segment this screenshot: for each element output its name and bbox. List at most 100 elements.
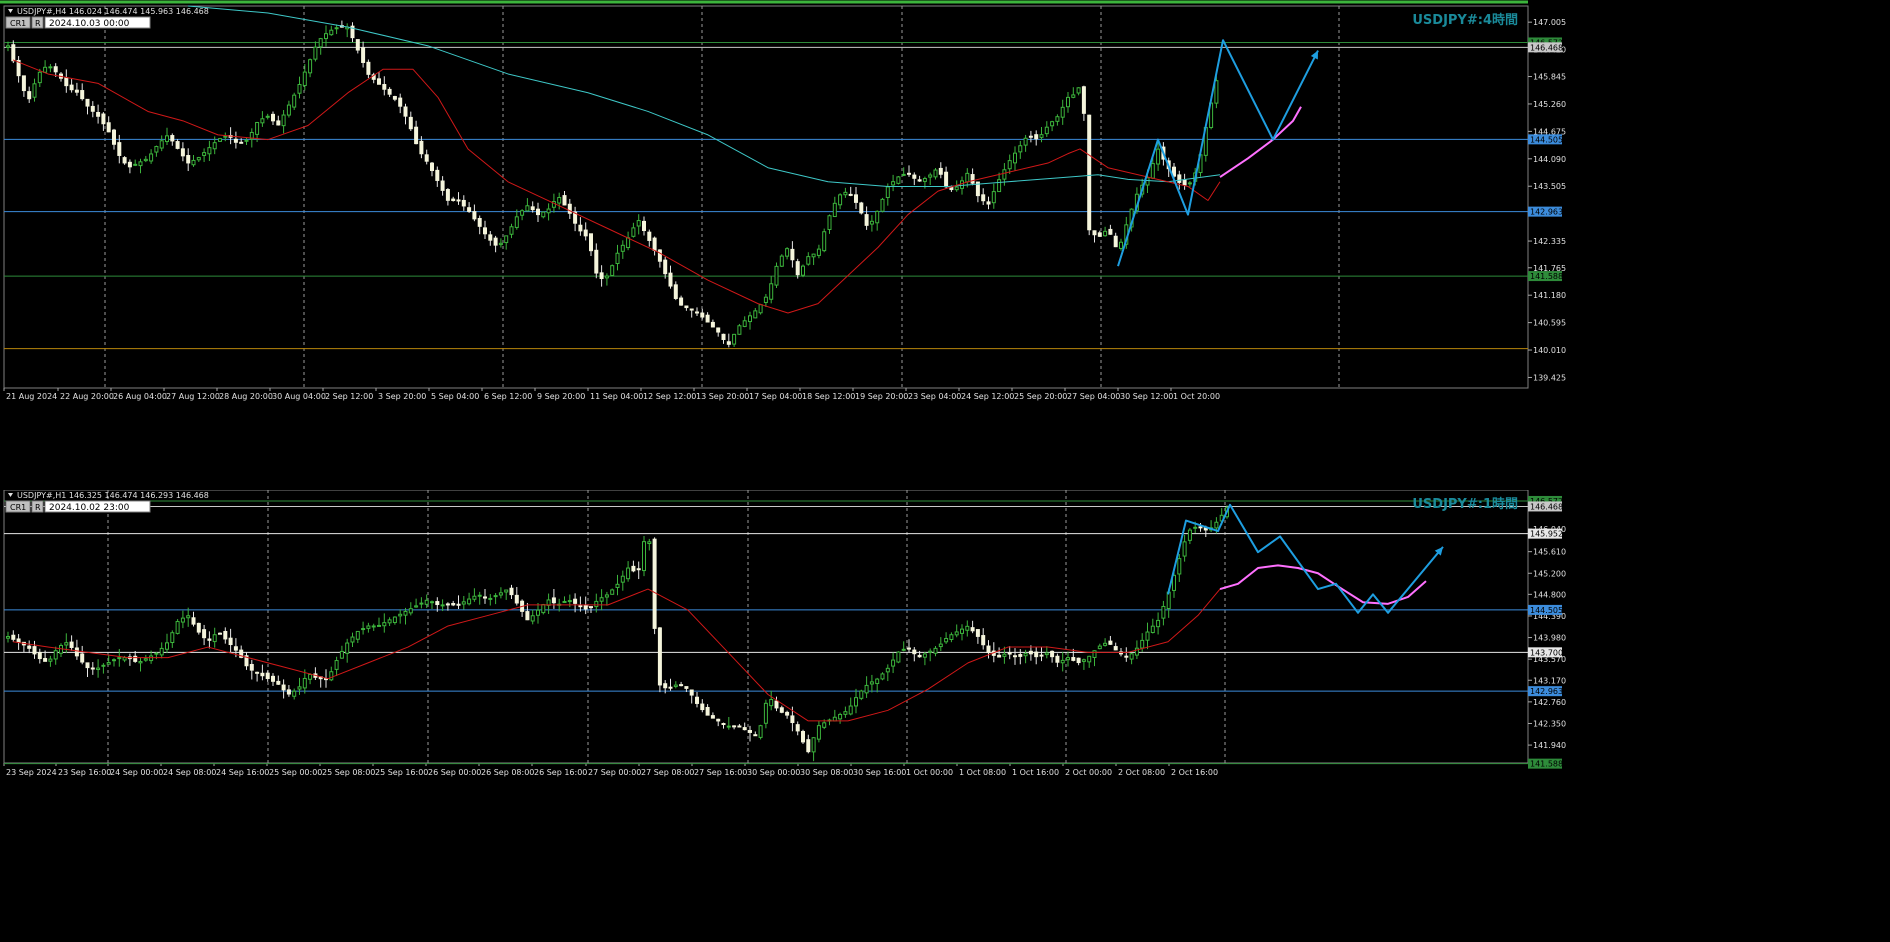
h4-chart-pane[interactable]: 147.005146.420145.845145.260144.675144.0… [0,0,1890,486]
cr1-button-label: CR1 [10,503,26,512]
candle-body [48,658,53,662]
candle-body [859,690,864,699]
candle-body [944,638,949,643]
candle-body [498,592,503,596]
candle-body [1092,230,1097,236]
candle-body [663,259,668,275]
x-tick-label: 25 Sep 08:00 [322,768,375,777]
candle-body [636,220,641,227]
candle-body [202,629,207,639]
candle-body [631,227,636,237]
candle-body [1002,169,1007,180]
x-tick-label: 30 Sep 12:00 [1120,392,1173,401]
candle-body [997,179,1002,193]
candle-body [1161,605,1166,619]
level-price-label: 144.505 [1530,606,1563,615]
candle-body [53,66,58,73]
x-tick-label: 23 Sep 16:00 [58,768,111,777]
candle-body [827,215,832,230]
x-tick-label: 11 Sep 04:00 [590,392,643,401]
x-tick-label: 27 Aug 12:00 [166,392,220,401]
candle-body [779,707,784,713]
header-collapse-icon[interactable] [8,9,13,13]
candle-body [928,174,933,178]
y-tick-label: 140.595 [1533,319,1566,328]
candle-body [801,731,805,743]
candle-body [843,711,848,715]
candle-body [1092,650,1097,658]
x-tick-label: 2 Oct 00:00 [1065,768,1112,777]
candle-body [435,601,440,606]
candle-body [578,224,583,232]
candle-body [790,248,795,261]
x-tick-label: 2 Oct 08:00 [1118,768,1165,777]
h1-chart[interactable]: 146.040145.610145.200144.800144.390143.9… [0,490,1890,942]
candle-body [509,587,514,596]
candle-body [541,604,546,614]
candle-body [1187,182,1192,185]
candle-body [424,154,429,162]
candle-body [896,651,901,663]
candle-body [260,672,265,677]
h4-chart[interactable]: 147.005146.420145.845145.260144.675144.0… [0,0,1890,486]
candle-body [498,242,503,246]
candle-body [96,112,101,117]
level-price-label: 146.468 [1530,502,1563,511]
candle-body [610,589,615,595]
candle-body [965,625,970,631]
candle-body [679,684,684,687]
candle-body [1156,619,1161,628]
candle-body [504,235,509,244]
candle-body [631,565,636,572]
candle-body [599,272,604,280]
candle-body [64,77,69,87]
candle-body [313,46,318,60]
candle-body [249,664,254,671]
candle-body [795,261,800,276]
candle-body [143,658,148,661]
x-tick-label: 1 Oct 00:00 [906,768,953,777]
candle-body [196,622,201,633]
candle-body [138,161,143,167]
candle-body [779,255,784,267]
candle-body [483,227,487,235]
candle-body [1060,659,1065,664]
candle-body [69,84,74,91]
h1-chart-pane[interactable]: 146.040145.610145.200144.800144.390143.9… [0,490,1890,942]
candle-body [509,226,514,235]
header-collapse-icon[interactable] [8,493,13,497]
candle-body [838,713,843,720]
candle-body [551,597,556,604]
candle-body [838,194,843,206]
candle-body [244,139,249,142]
candle-body [891,659,896,667]
candle-body [589,233,593,252]
candle-body [1007,160,1012,170]
candle-body [520,210,525,216]
y-tick-label: 145.845 [1533,73,1566,82]
x-tick-label: 27 Sep 08:00 [641,768,694,777]
candle-body [202,152,207,156]
candle-body [96,667,101,671]
x-tick-label: 23 Sep 2024 [6,768,57,777]
candle-body [233,138,238,143]
candle-body [583,604,588,610]
candle-body [398,613,403,617]
candle-body [716,327,721,333]
candle-body [329,671,334,681]
candle-body [218,632,222,635]
candle-body [1018,145,1023,153]
candle-body [1044,652,1049,656]
x-tick-label: 2 Sep 12:00 [325,392,373,401]
candle-body [880,198,885,212]
x-tick-label: 17 Sep 04:00 [749,392,802,401]
candle-body [668,686,673,689]
candle-body [472,211,477,220]
candle-body [763,702,768,724]
level-price-label: 146.468 [1530,43,1563,52]
candle-body [1071,94,1076,98]
candle-body [472,595,477,600]
candle-body [615,583,620,588]
candle-body [233,646,238,651]
candle-body [594,249,599,274]
